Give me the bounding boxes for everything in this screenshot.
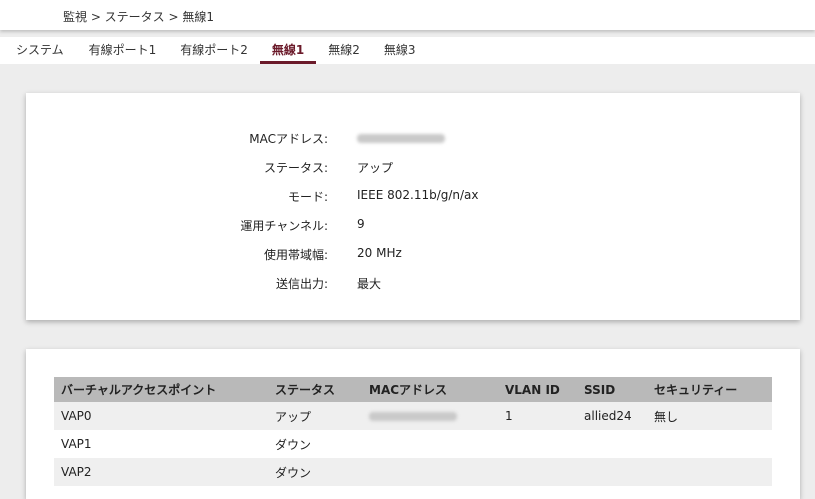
tab-wireless-2[interactable]: 無線2 <box>316 37 372 64</box>
table-row[interactable]: VAP1 ダウン <box>54 430 772 458</box>
mode-label: モード: <box>287 190 328 204</box>
power-value: 最大 <box>357 277 382 291</box>
cell-mac <box>362 458 498 486</box>
vap-table-card: バーチャルアクセスポイント ステータス MACアドレス VLAN ID SSID… <box>26 349 800 499</box>
cell-ssid <box>577 430 647 458</box>
channel-value: 9 <box>357 217 365 231</box>
mode-value: IEEE 802.11b/g/n/ax <box>357 188 479 202</box>
channel-row: 運用チャンネル: 9 <box>26 217 800 237</box>
tab-wired-port-2[interactable]: 有線ポート2 <box>168 37 260 64</box>
cell-vap: VAP1 <box>54 430 268 458</box>
cell-security <box>647 458 772 486</box>
col-header-security: セキュリティー <box>647 377 772 402</box>
tab-wireless-3[interactable]: 無線3 <box>372 37 428 64</box>
mac-value-redacted <box>357 130 445 146</box>
cell-vlan-id <box>498 430 577 458</box>
table-row[interactable]: VAP2 ダウン <box>54 458 772 486</box>
redacted-mac-blur <box>369 412 457 421</box>
cell-ssid: allied24 <box>577 402 647 430</box>
cell-security: 無し <box>647 402 772 430</box>
status-row: ステータス: アップ <box>26 159 800 179</box>
table-header-row: バーチャルアクセスポイント ステータス MACアドレス VLAN ID SSID… <box>54 377 772 402</box>
tab-bar: システム 有線ポート1 有線ポート2 無線1 無線2 無線3 <box>0 37 815 64</box>
cell-vap: VAP2 <box>54 458 268 486</box>
cell-vlan-id: 1 <box>498 402 577 430</box>
cell-mac-redacted <box>362 402 498 430</box>
col-header-vap: バーチャルアクセスポイント <box>54 377 268 402</box>
cell-vlan-id <box>498 458 577 486</box>
redacted-mac-blur <box>357 134 445 143</box>
bandwidth-row: 使用帯域幅: 20 MHz <box>26 246 800 266</box>
cell-status: ダウン <box>268 430 362 458</box>
channel-label: 運用チャンネル: <box>240 219 328 233</box>
power-row: 送信出力: 最大 <box>26 275 800 295</box>
tab-wireless-1[interactable]: 無線1 <box>259 37 317 64</box>
cell-status: ダウン <box>268 458 362 486</box>
cell-ssid <box>577 458 647 486</box>
bandwidth-label: 使用帯域幅: <box>263 248 328 262</box>
top-bar: 監視 > ステータス > 無線1 <box>0 0 815 30</box>
col-header-status: ステータス <box>268 377 362 402</box>
breadcrumb: 監視 > ステータス > 無線1 <box>63 10 215 24</box>
bandwidth-value: 20 MHz <box>357 246 402 260</box>
table-row[interactable]: VAP0 アップ 1 allied24 無し <box>54 402 772 430</box>
tab-system[interactable]: システム <box>0 37 77 64</box>
radio-info-card: MACアドレス: ステータス: アップ モード: IEEE 802.11b/g/… <box>26 93 800 320</box>
status-label: ステータス: <box>263 161 328 175</box>
cell-mac <box>362 430 498 458</box>
mac-label: MACアドレス: <box>249 132 328 146</box>
vap-table: バーチャルアクセスポイント ステータス MACアドレス VLAN ID SSID… <box>54 377 772 486</box>
mode-row: モード: IEEE 802.11b/g/n/ax <box>26 188 800 208</box>
cell-status: アップ <box>268 402 362 430</box>
cell-vap: VAP0 <box>54 402 268 430</box>
mac-row: MACアドレス: <box>26 130 800 150</box>
col-header-ssid: SSID <box>577 377 647 402</box>
power-label: 送信出力: <box>275 277 328 291</box>
tab-wired-port-1[interactable]: 有線ポート1 <box>77 37 169 64</box>
cell-security <box>647 430 772 458</box>
col-header-mac: MACアドレス <box>362 377 498 402</box>
status-value: アップ <box>357 161 394 175</box>
col-header-vlan-id: VLAN ID <box>498 377 577 402</box>
